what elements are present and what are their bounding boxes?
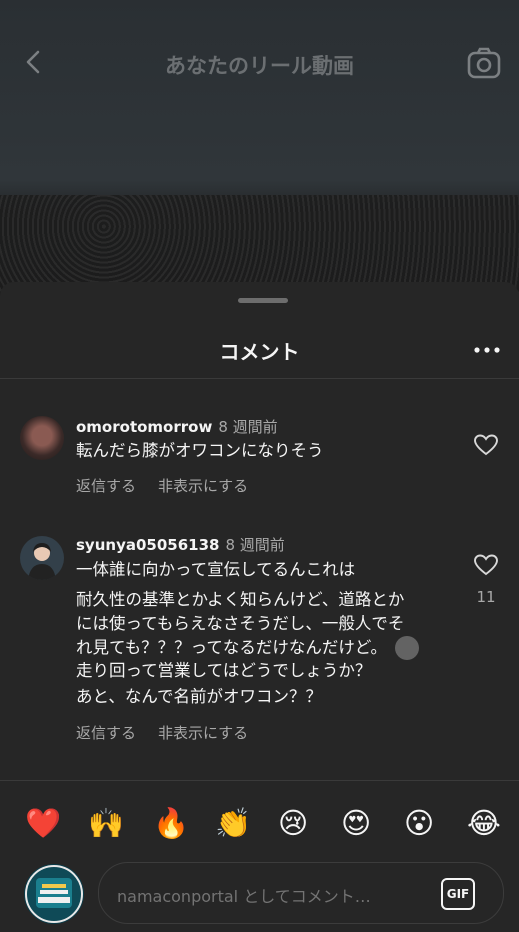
comment-header: omorotomorrow 8 週間前 <box>76 416 278 437</box>
emoji-crying[interactable]: 😢 <box>278 805 308 841</box>
comment-actions: 返信する 非表示にする <box>76 475 270 496</box>
comment-text: 転んだら膝がオワコンになりそう <box>76 441 324 460</box>
emoji-heart[interactable]: ❤️ <box>25 805 61 841</box>
comment-text-line: 走り回って営業してはどうでしょうか？ <box>76 661 372 680</box>
reply-button[interactable]: 返信する <box>76 724 136 742</box>
comment-text-line: れ見ても？？？ってなるだけなんだけど。 <box>76 638 388 657</box>
comment-text-line: 一体誰に向かって宣伝してるんこれは <box>76 560 356 579</box>
touch-indicator <box>395 636 419 660</box>
comment-header: syunya05056138 8 週間前 <box>76 534 285 555</box>
divider <box>0 378 519 379</box>
comment-composer: namaconportal としてコメント… GIF <box>0 862 519 932</box>
comment-username[interactable]: omorotomorrow <box>76 418 212 436</box>
emoji-fire[interactable]: 🔥 <box>153 805 189 841</box>
hide-button[interactable]: 非表示にする <box>158 477 248 495</box>
emoji-surprised[interactable]: 😮 <box>404 805 434 841</box>
hide-button[interactable]: 非表示にする <box>158 724 248 742</box>
comment-input-placeholder: namaconportal としてコメント… <box>117 887 371 906</box>
emoji-quick-reactions: ❤️ 🙌 🔥 👏 😢 😍 😮 😂 <box>0 780 519 863</box>
comment-time: 8 週間前 <box>218 418 278 436</box>
my-avatar[interactable] <box>24 864 84 924</box>
emoji-laughing[interactable]: 😂 <box>467 805 501 841</box>
emoji-heart-eyes[interactable]: 😍 <box>341 805 371 841</box>
more-horizontal-icon[interactable] <box>472 340 502 360</box>
header: あなたのリール動画 <box>0 40 519 88</box>
gif-button[interactable]: GIF <box>441 878 475 910</box>
comment-time: 8 週間前 <box>225 536 285 554</box>
camera-icon[interactable] <box>466 45 502 81</box>
comment-text-line: 耐久性の基準とかよく知らんけど、道路とか <box>76 590 405 609</box>
avatar[interactable] <box>20 536 64 580</box>
emoji-raised-hands[interactable]: 🙌 <box>88 805 124 841</box>
sheet-drag-handle[interactable] <box>238 298 288 303</box>
comment-username[interactable]: syunya05056138 <box>76 536 219 554</box>
comment-actions: 返信する 非表示にする <box>76 722 270 743</box>
page-title: あなたのリール動画 <box>165 54 354 78</box>
comment-text-line: には使ってもらえなさそうだし、一般人でそ <box>76 614 405 633</box>
comment-text-line: あと、なんで名前がオワコン？？ <box>76 687 323 706</box>
sheet-title: コメント <box>219 340 300 364</box>
comment-input[interactable]: namaconportal としてコメント… GIF <box>98 862 504 924</box>
reply-button[interactable]: 返信する <box>76 477 136 495</box>
avatar[interactable] <box>20 416 64 460</box>
emoji-clap[interactable]: 👏 <box>215 805 251 841</box>
like-count: 11 <box>476 588 496 606</box>
heart-icon[interactable] <box>473 553 499 577</box>
heart-icon[interactable] <box>473 433 499 457</box>
